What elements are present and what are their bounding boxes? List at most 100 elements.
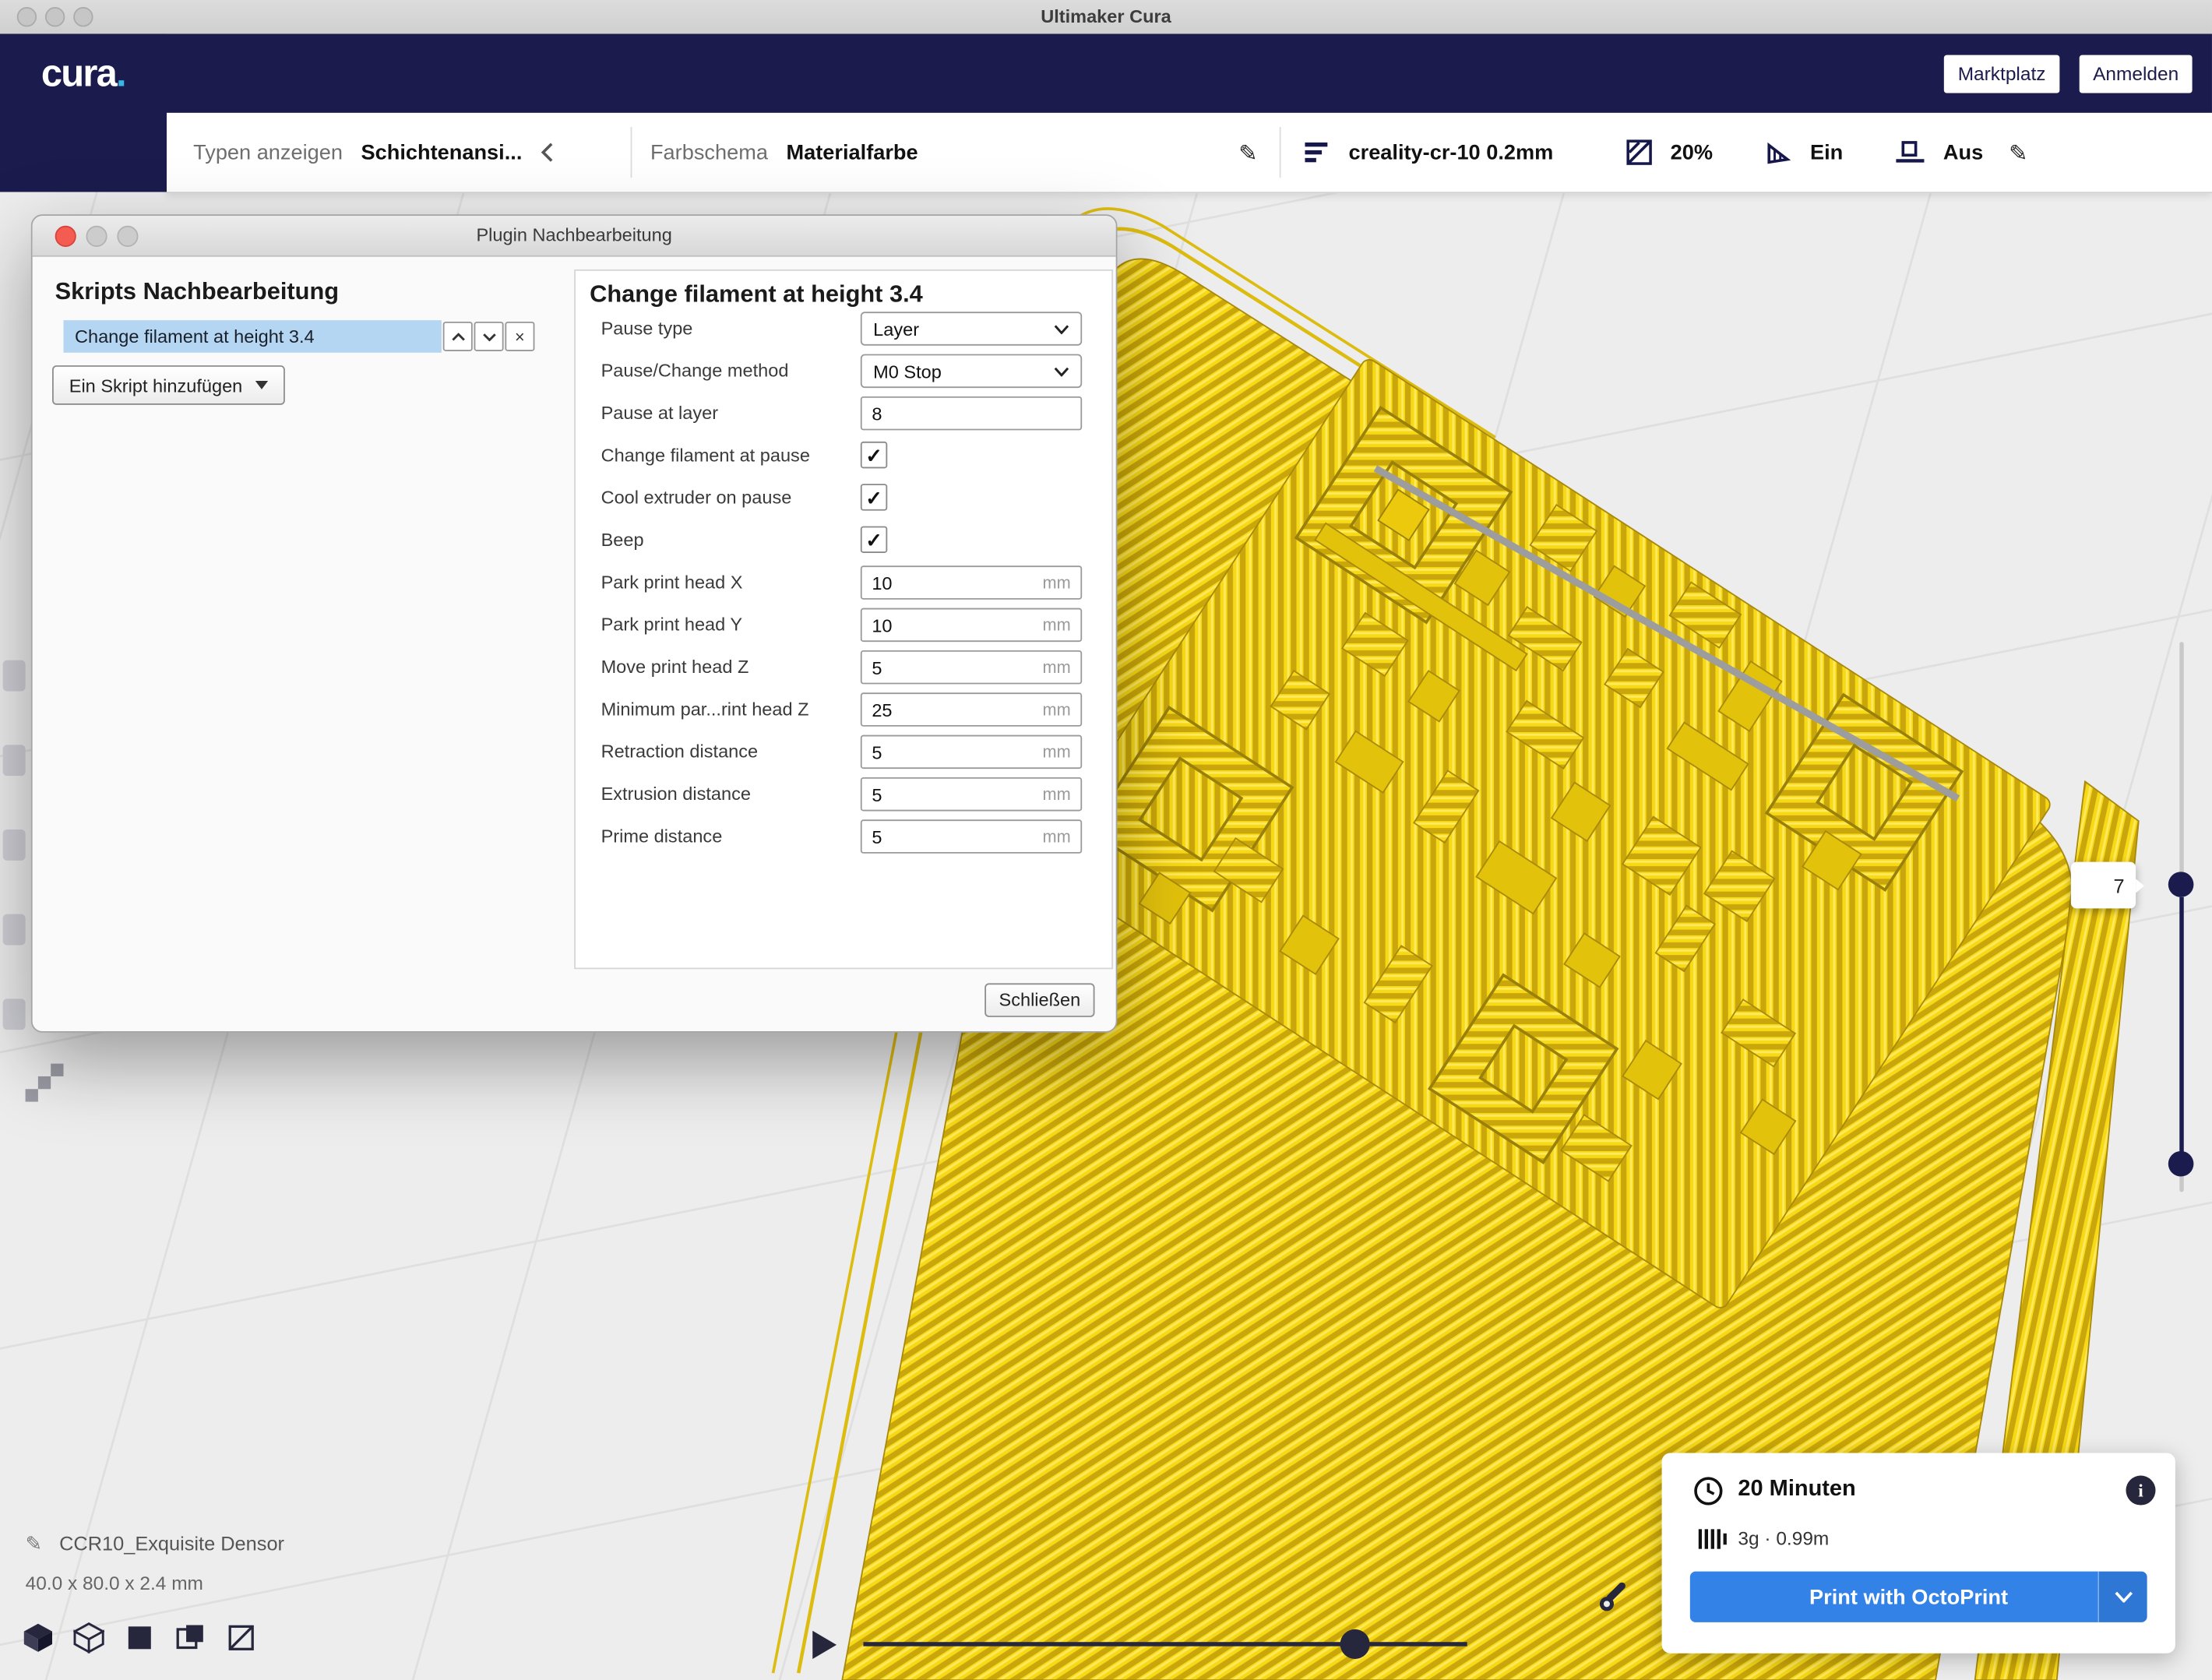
print-summary-panel: 20 Minuten i 3g · 0.99m Print with OctoP… [1662, 1453, 2175, 1654]
adjust-tools-icon[interactable] [1597, 1577, 1633, 1614]
close-icon: × [515, 326, 525, 346]
view-top-icon[interactable] [124, 1622, 155, 1654]
support-value[interactable]: Ein [1810, 140, 1843, 164]
edit-print-settings-pencil-icon[interactable]: ✎ [2009, 139, 2027, 167]
layer-slider-bottom-handle[interactable] [2168, 1151, 2194, 1177]
window-title: Ultimaker Cura [0, 0, 2212, 33]
toolbar-divider [631, 127, 632, 178]
simulation-slider-track[interactable] [863, 1642, 1467, 1646]
tool-icon-fragment[interactable] [3, 998, 26, 1030]
view-type-label: Typen anzeigen [193, 140, 343, 164]
dialog-close-icon[interactable] [55, 226, 76, 247]
settings-heading: Change filament at height 3.4 [590, 280, 923, 308]
field-label: Change filament at pause [601, 435, 810, 477]
select-value: M0 Stop [862, 361, 1054, 382]
pause-type-select[interactable]: Layer [861, 312, 1082, 345]
view-front-icon[interactable] [73, 1622, 104, 1654]
toolbar-divider [1280, 127, 1281, 178]
color-scheme-value[interactable]: Materialfarbe [787, 140, 918, 164]
dialog-titlebar[interactable]: Plugin Nachbearbeitung [33, 216, 1116, 257]
color-scheme-label: Farbschema [650, 140, 768, 164]
move-script-down-button[interactable] [474, 322, 504, 351]
script-settings-card: Change filament at height 3.4 Pause type… [574, 269, 1113, 969]
window-close-icon[interactable] [17, 7, 37, 26]
script-list-item[interactable]: Change filament at height 3.4 [64, 320, 442, 353]
field-row: Park print head X mm [576, 562, 1111, 604]
field-row: Prime distance mm [576, 815, 1111, 858]
move-script-up-button[interactable] [443, 322, 473, 351]
field-row: Move print head Z mm [576, 646, 1111, 689]
pause-at-layer-input[interactable] [861, 396, 1082, 430]
view-type-value[interactable]: Schichtenansi... [361, 140, 523, 164]
window-zoom-icon[interactable] [73, 7, 93, 26]
layer-number: 7 [2114, 874, 2125, 896]
unit-label: mm [1042, 692, 1070, 726]
field-row: Minimum par...rint head Z mm [576, 689, 1111, 731]
print-with-octoprint-button[interactable]: Print with OctoPrint [1690, 1572, 2147, 1622]
check-icon: ✓ [865, 530, 882, 549]
chevron-left-icon[interactable] [541, 141, 555, 164]
post-processing-dialog: Plugin Nachbearbeitung Skripts Nachbearb… [31, 214, 1118, 1032]
simulation-slider-handle[interactable] [1340, 1629, 1370, 1659]
print-options-dropdown[interactable] [2098, 1572, 2147, 1622]
play-button[interactable] [812, 1631, 837, 1659]
chevron-down-icon [255, 381, 268, 389]
adhesion-value[interactable]: Aus [1943, 140, 1983, 164]
change-filament-checkbox[interactable]: ✓ [861, 442, 887, 468]
dialog-minimize-icon [86, 226, 107, 247]
field-label: Retraction distance [601, 731, 759, 773]
view-type-group[interactable]: Typen anzeigen Schichtenansi... [193, 113, 555, 192]
window-minimize-icon[interactable] [45, 7, 65, 26]
printer-profile-value[interactable]: creality-cr-10 0.2mm [1349, 140, 1554, 164]
signin-button[interactable]: Anmelden [2080, 55, 2193, 93]
model-name: CCR10_Exquisite Densor [59, 1532, 284, 1555]
support-icon [1766, 139, 1792, 165]
tool-icon-fragment[interactable] [3, 745, 26, 776]
color-scheme-group[interactable]: Farbschema Materialfarbe [650, 113, 918, 192]
view-right-icon[interactable] [226, 1622, 257, 1654]
field-label: Extrusion distance [601, 773, 751, 815]
close-dialog-button[interactable]: Schließen [984, 983, 1094, 1016]
field-label: Minimum par...rint head Z [601, 689, 809, 731]
check-icon: ✓ [865, 445, 882, 464]
unit-label: mm [1042, 777, 1070, 811]
field-row: Cool extruder on pause ✓ [576, 477, 1111, 519]
marketplace-button[interactable]: Marktplatz [1944, 55, 2060, 93]
cool-extruder-checkbox[interactable]: ✓ [861, 484, 887, 510]
print-settings-group[interactable]: creality-cr-10 0.2mm 20% Ein Aus [1305, 113, 1983, 192]
edit-model-name-pencil-icon[interactable]: ✎ [26, 1532, 42, 1556]
infill-value[interactable]: 20% [1671, 140, 1713, 164]
tool-icon-fragment[interactable] [3, 660, 26, 692]
edit-colorscheme-pencil-icon[interactable]: ✎ [1238, 139, 1257, 167]
cura-app-window: Ultimaker Cura VORBEREITEN VORSCHAU ÜBER… [0, 0, 2212, 1680]
dialog-title: Plugin Nachbearbeitung [33, 216, 1116, 255]
add-script-dropdown[interactable]: Ein Skript hinzufügen [52, 365, 285, 405]
scripts-heading: Skripts Nachbearbeitung [55, 278, 339, 306]
field-row: Extrusion distance mm [576, 773, 1111, 815]
per-model-settings-icon[interactable] [23, 1061, 68, 1106]
view-left-icon[interactable] [175, 1622, 206, 1654]
view-3d-icon[interactable] [23, 1622, 54, 1654]
tool-icon-fragment[interactable] [3, 914, 26, 946]
remove-script-button[interactable]: × [505, 322, 534, 351]
unit-label: mm [1042, 608, 1070, 642]
layer-slider-top-handle[interactable] [2168, 872, 2194, 897]
chevron-down-icon [2114, 1591, 2133, 1602]
chevron-down-icon [482, 333, 496, 341]
tool-icon-fragment[interactable] [3, 829, 26, 861]
adhesion-icon [1897, 139, 1925, 165]
infill-icon [1626, 139, 1652, 165]
beep-checkbox[interactable]: ✓ [861, 527, 887, 553]
model-dimensions: 40.0 x 80.0 x 2.4 mm [26, 1573, 203, 1594]
print-button-label: Print with OctoPrint [1809, 1585, 2008, 1609]
dialog-zoom-icon [117, 226, 138, 247]
field-label: Pause/Change method [601, 350, 789, 392]
info-icon[interactable]: i [2126, 1476, 2155, 1506]
select-value: Layer [862, 318, 1054, 339]
app-header: VORBEREITEN VORSCHAU ÜBERWACHEN Marktpla… [0, 33, 2212, 112]
cura-logo: cura. [0, 52, 167, 96]
layer-slider-range[interactable] [2179, 897, 2183, 1165]
unit-label: mm [1042, 735, 1070, 769]
pause-method-select[interactable]: M0 Stop [861, 354, 1082, 388]
field-row: Pause type Layer [576, 308, 1111, 350]
